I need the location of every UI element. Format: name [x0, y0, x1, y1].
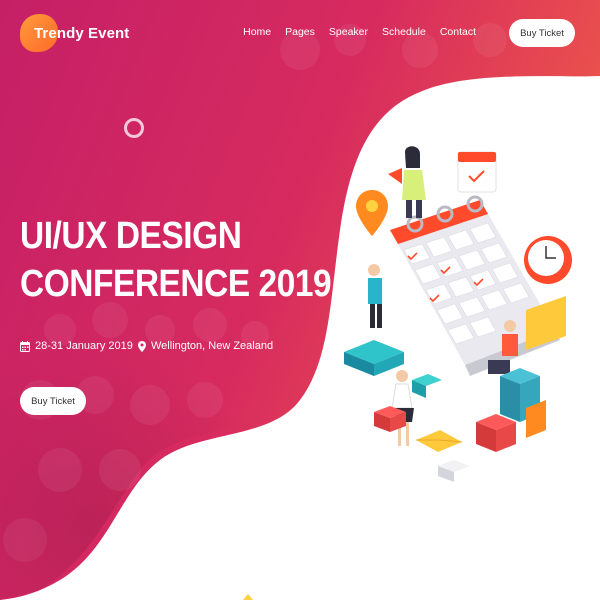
hero-title: UI/UX DESIGN CONFERENCE 2019 — [20, 212, 332, 308]
scroll-indicator — [243, 594, 253, 600]
event-date: 28-31 January 2019 — [20, 340, 133, 352]
nav-link-contact[interactable]: Contact — [440, 26, 476, 38]
calendar-icon — [20, 340, 30, 352]
hero-buy-ticket-button[interactable]: Buy Ticket — [20, 387, 86, 415]
nav-link-schedule[interactable]: Schedule — [382, 26, 426, 38]
navbar: Trendy Event Home Pages Speaker Schedule… — [0, 0, 600, 66]
nav-link-home[interactable]: Home — [243, 26, 271, 38]
brand-name: Trendy Event — [34, 24, 130, 42]
hero-title-line2: CONFERENCE 2019 — [20, 263, 332, 305]
nav-link-pages[interactable]: Pages — [285, 26, 315, 38]
nav-link-speaker[interactable]: Speaker — [329, 26, 368, 38]
decorative-ring — [124, 118, 144, 138]
event-location: Wellington, New Zealand — [138, 340, 273, 352]
brand-logo[interactable]: Trendy Event — [20, 14, 129, 52]
map-pin-icon — [138, 340, 146, 352]
nav-buy-ticket-button[interactable]: Buy Ticket — [509, 19, 575, 47]
event-date-text: 28-31 January 2019 — [35, 340, 133, 352]
nav-links: Home Pages Speaker Schedule Contact — [229, 26, 476, 38]
event-location-text: Wellington, New Zealand — [151, 340, 274, 352]
calendar-illustration — [344, 146, 572, 482]
hero-title-line1: UI/UX DESIGN — [20, 215, 242, 257]
